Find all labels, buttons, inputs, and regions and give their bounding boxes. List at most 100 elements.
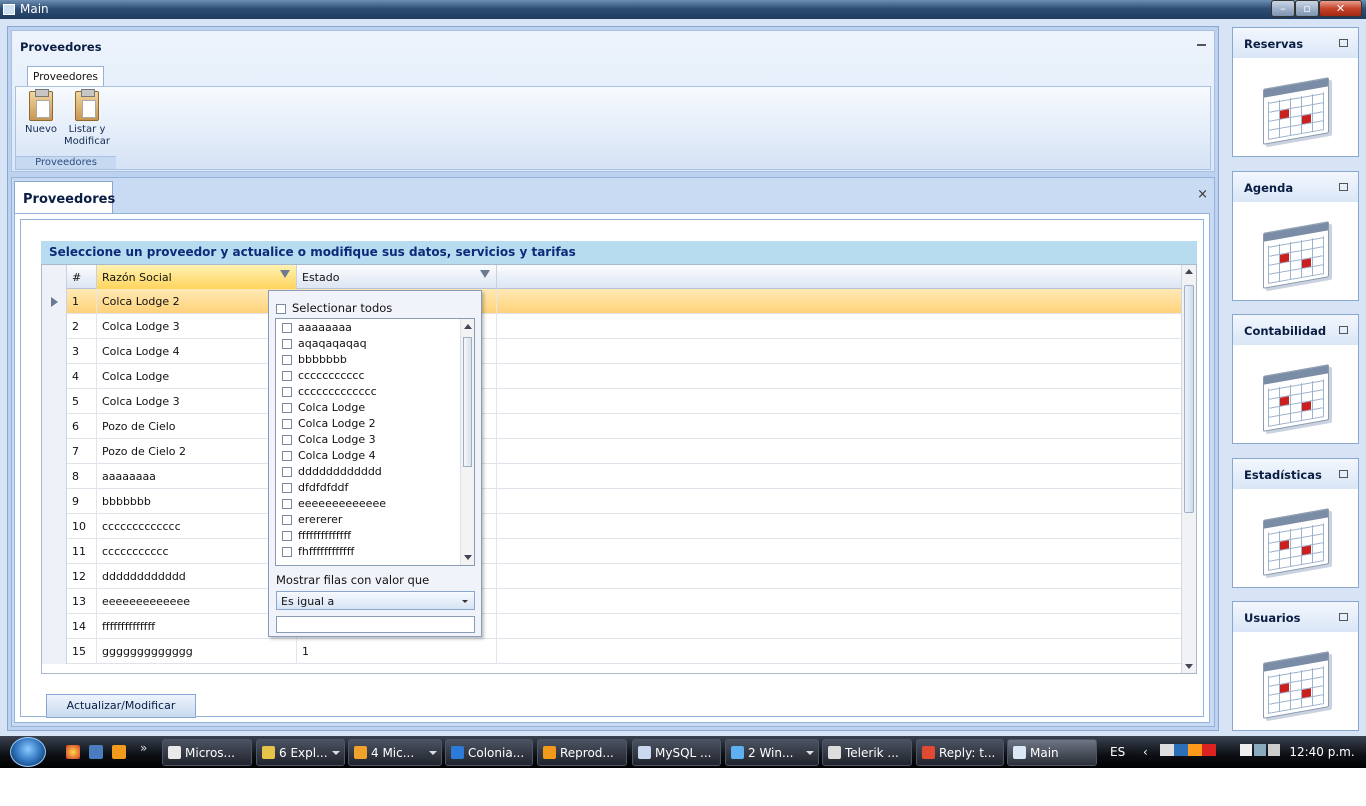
tray-icons[interactable] xyxy=(1159,744,1230,756)
row-indicator[interactable] xyxy=(42,339,67,364)
cell-razon-social[interactable]: Colca Lodge 4 xyxy=(97,339,297,364)
table-row[interactable]: 9 bbbbbbb xyxy=(42,489,1182,514)
table-row[interactable]: 4 Colca Lodge xyxy=(42,364,1182,389)
row-indicator[interactable] xyxy=(42,539,67,564)
taskbar-button[interactable]: Micros... xyxy=(162,739,252,766)
filter-list-item[interactable]: Colca Lodge xyxy=(282,401,365,417)
cell-razon-social[interactable]: eeeeeeeeeeeee xyxy=(97,589,297,614)
side-panel-usuarios[interactable]: Usuarios xyxy=(1232,601,1359,731)
side-panel-reservas[interactable]: Reservas xyxy=(1232,27,1359,157)
row-indicator[interactable] xyxy=(42,489,67,514)
calendar-icon[interactable] xyxy=(1263,364,1329,432)
media-quicklaunch-icon[interactable] xyxy=(112,745,126,759)
filter-list-item[interactable]: erererer xyxy=(282,513,342,529)
cell-num[interactable]: 5 xyxy=(67,389,97,414)
clock[interactable]: 12:40 p.m. xyxy=(1289,745,1354,759)
list-modify-button[interactable]: Listar y Modificar xyxy=(64,89,110,148)
row-indicator[interactable] xyxy=(42,514,67,539)
row-indicator[interactable] xyxy=(42,439,67,464)
filter-operator-select[interactable]: Es igual a xyxy=(276,591,475,610)
checkbox[interactable] xyxy=(282,483,292,493)
cell-num[interactable]: 9 xyxy=(67,489,97,514)
table-row[interactable]: 2 Colca Lodge 3 xyxy=(42,314,1182,339)
restore-icon[interactable] xyxy=(1339,182,1348,191)
cell-num[interactable]: 15 xyxy=(67,639,97,664)
table-row[interactable]: 3 Colca Lodge 4 xyxy=(42,339,1182,364)
row-indicator[interactable] xyxy=(42,464,67,489)
filter-list-item[interactable]: dddddddddddd xyxy=(282,465,382,481)
tray-expand-icon[interactable]: ‹ xyxy=(1143,745,1148,759)
new-supplier-button[interactable]: Nuevo xyxy=(18,89,64,136)
taskbar-button[interactable]: 6 Expl... xyxy=(256,739,345,766)
checkbox[interactable] xyxy=(282,451,292,461)
close-window-button[interactable]: ✕ xyxy=(1319,0,1362,17)
taskbar-button[interactable]: Main xyxy=(1007,739,1097,766)
network-volume-icons[interactable] xyxy=(1239,744,1280,756)
update-modify-button[interactable]: Actualizar/Modificar xyxy=(46,694,196,718)
scroll-down-icon[interactable] xyxy=(1185,664,1193,669)
start-button[interactable] xyxy=(10,737,46,767)
side-panel-agenda[interactable]: Agenda xyxy=(1232,170,1359,301)
row-indicator[interactable] xyxy=(42,639,67,664)
column-header-razon-social[interactable]: Razón Social xyxy=(97,265,297,289)
filter-list-item[interactable]: Colca Lodge 3 xyxy=(282,433,376,449)
row-indicator[interactable] xyxy=(42,314,67,339)
close-tab-icon[interactable]: × xyxy=(1197,187,1208,202)
checkbox[interactable] xyxy=(282,371,292,381)
calendar-icon[interactable] xyxy=(1263,77,1329,145)
row-indicator[interactable] xyxy=(42,564,67,589)
checkbox[interactable] xyxy=(276,303,286,314)
filter-icon[interactable] xyxy=(480,270,490,278)
restore-icon[interactable] xyxy=(1339,613,1348,621)
row-indicator[interactable] xyxy=(42,389,67,414)
filter-list-item[interactable]: Colca Lodge 4 xyxy=(282,449,376,465)
cell-num[interactable]: 3 xyxy=(67,339,97,364)
cell-num[interactable]: 8 xyxy=(67,464,97,489)
cell-num[interactable]: 10 xyxy=(67,514,97,539)
taskbar-button[interactable]: Telerik ... xyxy=(822,739,912,766)
cell-razon-social[interactable]: Colca Lodge xyxy=(97,364,297,389)
ribbon-tab-proveedores[interactable]: Proveedores xyxy=(27,66,104,87)
calendar-icon[interactable] xyxy=(1263,651,1329,719)
cell-num[interactable]: 1 xyxy=(67,289,97,314)
language-indicator[interactable]: ES xyxy=(1110,745,1125,759)
checkbox[interactable] xyxy=(282,339,292,349)
filter-value-input[interactable] xyxy=(276,616,475,633)
checkbox[interactable] xyxy=(282,515,292,525)
row-indicator[interactable] xyxy=(42,364,67,389)
quicklaunch-more-icon[interactable]: » xyxy=(140,741,154,755)
scroll-up-icon[interactable] xyxy=(464,324,472,329)
cell-razon-social[interactable]: Colca Lodge 3 xyxy=(97,389,297,414)
chrome-quicklaunch-icon[interactable] xyxy=(66,745,80,759)
taskbar-button[interactable]: Colonia... xyxy=(445,739,533,766)
filter-list-item[interactable]: eeeeeeeeeeeee xyxy=(282,497,386,513)
row-indicator[interactable] xyxy=(42,289,67,314)
table-row[interactable]: 1 Colca Lodge 2 xyxy=(42,289,1182,314)
taskbar-button[interactable]: Reply: t... xyxy=(916,739,1004,766)
maximize-button[interactable]: ▫ xyxy=(1295,0,1319,17)
taskbar-button[interactable]: 4 Mic... xyxy=(348,739,442,766)
side-panel-contabilidad[interactable]: Contabilidad xyxy=(1232,314,1359,444)
table-row[interactable]: 8 aaaaaaaa xyxy=(42,464,1182,489)
select-all-checkbox[interactable]: Selectionar todos xyxy=(276,301,392,315)
checkbox[interactable] xyxy=(282,467,292,477)
row-indicator[interactable] xyxy=(42,614,67,639)
filter-icon[interactable] xyxy=(280,270,290,278)
cell-num[interactable]: 12 xyxy=(67,564,97,589)
cell-razon-social[interactable]: ccccccccccc xyxy=(97,539,297,564)
desktop-quicklaunch-icon[interactable] xyxy=(89,745,103,759)
table-row[interactable]: 10 ccccccccccccc xyxy=(42,514,1182,539)
cell-num[interactable]: 6 xyxy=(67,414,97,439)
table-row[interactable]: 6 Pozo de Cielo xyxy=(42,414,1182,439)
calendar-icon[interactable] xyxy=(1263,507,1329,576)
filter-list-item[interactable]: fhffffffffffff xyxy=(282,545,354,561)
cell-razon-social[interactable]: ffffffffffffff xyxy=(97,614,297,639)
row-indicator[interactable] xyxy=(42,414,67,439)
column-header-estado[interactable]: Estado xyxy=(297,265,497,289)
cell-estado[interactable]: 1 xyxy=(297,639,497,664)
cell-razon-social[interactable]: Pozo de Cielo 2 xyxy=(97,439,297,464)
checkbox[interactable] xyxy=(282,387,292,397)
cell-num[interactable]: 7 xyxy=(67,439,97,464)
side-panel-estadisticas[interactable]: Estadísticas xyxy=(1232,457,1359,588)
taskbar-button[interactable]: MySQL ... xyxy=(632,739,721,766)
